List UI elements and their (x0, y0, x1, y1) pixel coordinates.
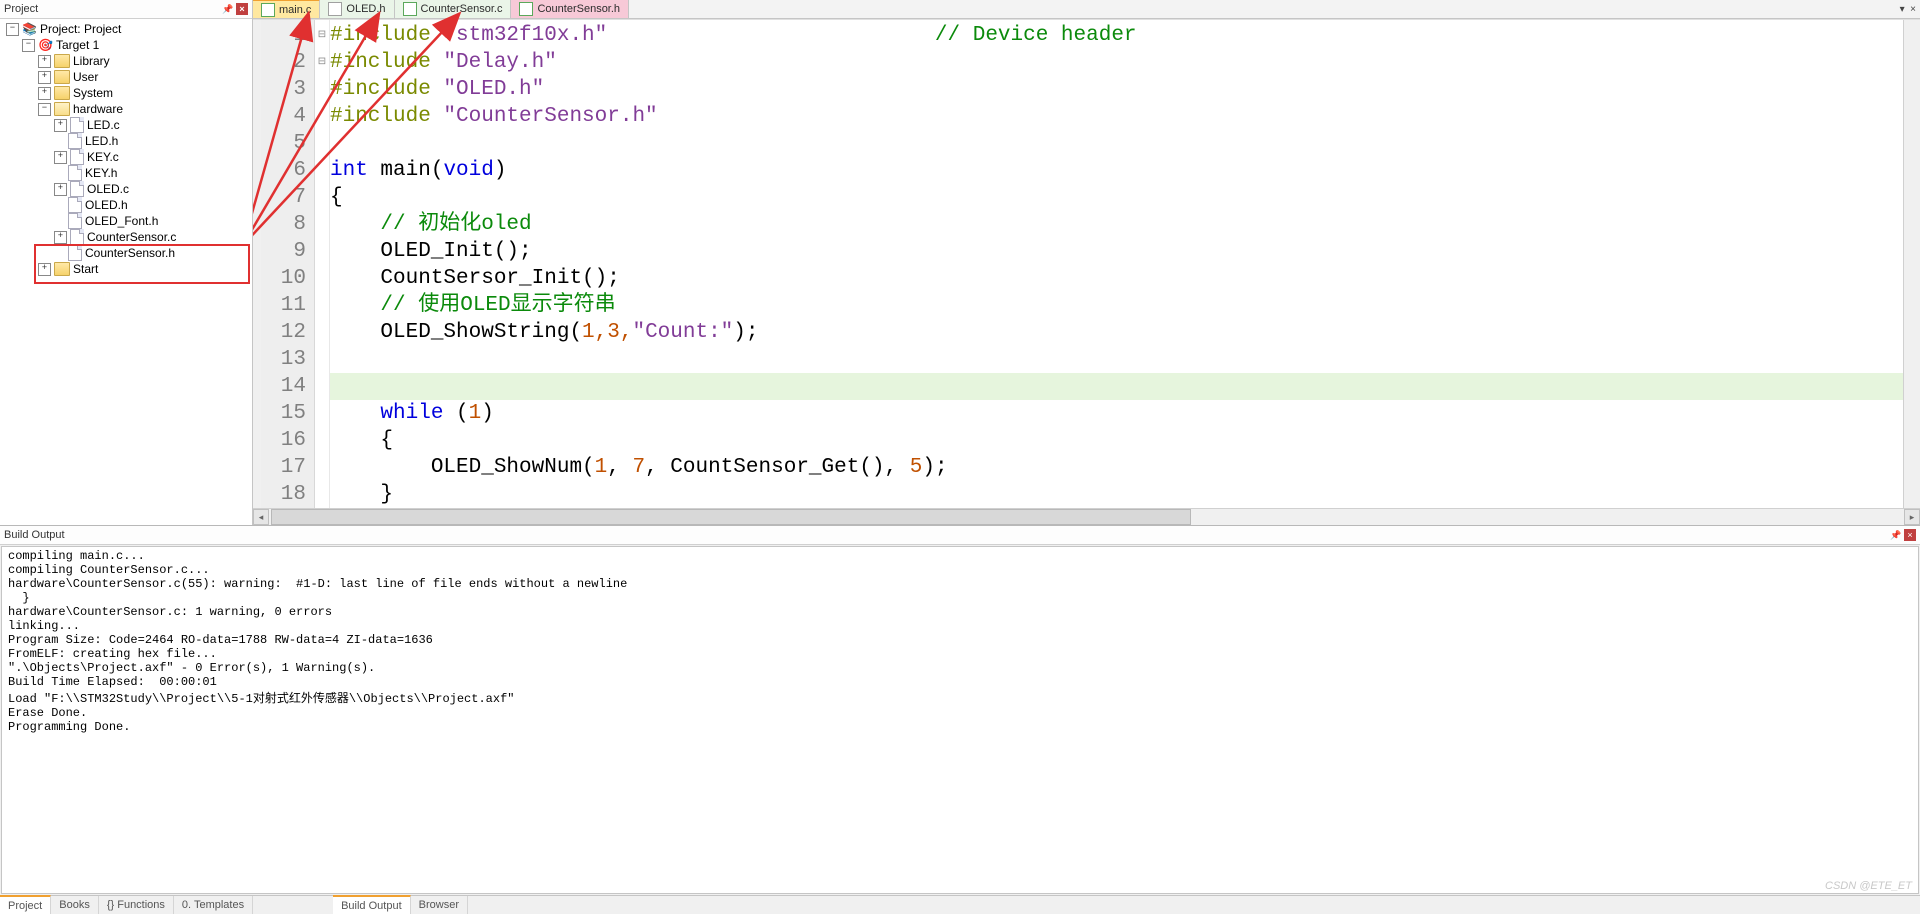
project-panel-header: Project 📌 × (0, 0, 252, 19)
build-output-title: Build Output (4, 529, 1890, 541)
editor-area: main.cOLED.hCounterSensor.cCounterSensor… (253, 0, 1920, 525)
editor-tab[interactable]: main.c (253, 0, 320, 18)
pin-icon[interactable]: 📌 (222, 3, 234, 15)
tree-root[interactable]: −📚Project: Project (4, 21, 252, 37)
editor-tab[interactable]: CounterSensor.c (395, 0, 512, 18)
file-icon (328, 2, 342, 16)
project-panel-title: Project (4, 3, 220, 15)
vertical-scrollbar[interactable] (1903, 20, 1920, 508)
project-panel: Project 📌 × −📚Project: Project −🎯Target … (0, 0, 253, 525)
file-icon (261, 3, 275, 17)
code-editor[interactable]: #include "stm32f10x.h" // Device header#… (330, 20, 1903, 508)
fold-column[interactable]: ⊟⊟ (315, 20, 330, 508)
tree-file[interactable]: LED.h (52, 133, 252, 149)
tree-file[interactable]: CounterSensor.h (52, 245, 252, 261)
bottom-tab[interactable]: {} Functions (99, 896, 174, 914)
tree-file[interactable]: +KEY.c (52, 149, 252, 165)
close-icon[interactable]: × (236, 3, 248, 15)
editor-tab[interactable]: OLED.h (320, 0, 394, 18)
bottom-tab[interactable]: Build Output (333, 895, 411, 914)
bottom-tab[interactable]: Project (0, 895, 51, 914)
tree-file[interactable]: OLED_Font.h (52, 213, 252, 229)
scroll-left-icon[interactable]: ◂ (253, 509, 269, 525)
bottom-tab[interactable]: 0. Templates (174, 896, 253, 914)
pin-icon[interactable]: 📌 (1890, 530, 1902, 541)
build-output-header: Build Output 📌 × (0, 526, 1920, 545)
editor-tab[interactable]: CounterSensor.h (511, 0, 629, 18)
tree-file[interactable]: +CounterSensor.c (52, 229, 252, 245)
close-icon[interactable]: × (1904, 529, 1916, 541)
bottom-tab-bar: ProjectBooks{} Functions0. Templates Buil… (0, 895, 1920, 914)
tree-folder-user[interactable]: +User (36, 69, 252, 85)
tree-folder-hardware[interactable]: −hardware (36, 101, 252, 117)
editor-body: 123456789101112131415161718 ⊟⊟ #include … (253, 19, 1920, 508)
tree-folder-start[interactable]: +Start (36, 261, 252, 277)
bottom-tab[interactable]: Books (51, 896, 99, 914)
tree-file[interactable]: +OLED.c (52, 181, 252, 197)
scroll-thumb[interactable] (271, 509, 1191, 525)
bottom-tab[interactable]: Browser (411, 896, 468, 914)
tree-file[interactable]: KEY.h (52, 165, 252, 181)
file-icon (403, 2, 417, 16)
tree-folder-system[interactable]: +System (36, 85, 252, 101)
tree-file[interactable]: OLED.h (52, 197, 252, 213)
build-output-panel: Build Output 📌 × compiling main.c... com… (0, 525, 1920, 895)
tree-file[interactable]: +LED.c (52, 117, 252, 133)
project-tree[interactable]: −📚Project: Project −🎯Target 1 +Library +… (0, 19, 252, 525)
scroll-right-icon[interactable]: ▸ (1904, 509, 1920, 525)
editor-window-controls[interactable]: ▾ × (1896, 0, 1920, 18)
editor-margin (253, 20, 261, 508)
tree-target[interactable]: −🎯Target 1 (20, 37, 252, 53)
tree-folder-library[interactable]: +Library (36, 53, 252, 69)
horizontal-scrollbar[interactable]: ◂ ▸ (253, 508, 1920, 525)
file-icon (519, 2, 533, 16)
build-output-text[interactable]: compiling main.c... compiling CounterSen… (1, 546, 1919, 894)
editor-tabs: main.cOLED.hCounterSensor.cCounterSensor… (253, 0, 1920, 19)
editor-gutter: 123456789101112131415161718 (261, 20, 315, 508)
